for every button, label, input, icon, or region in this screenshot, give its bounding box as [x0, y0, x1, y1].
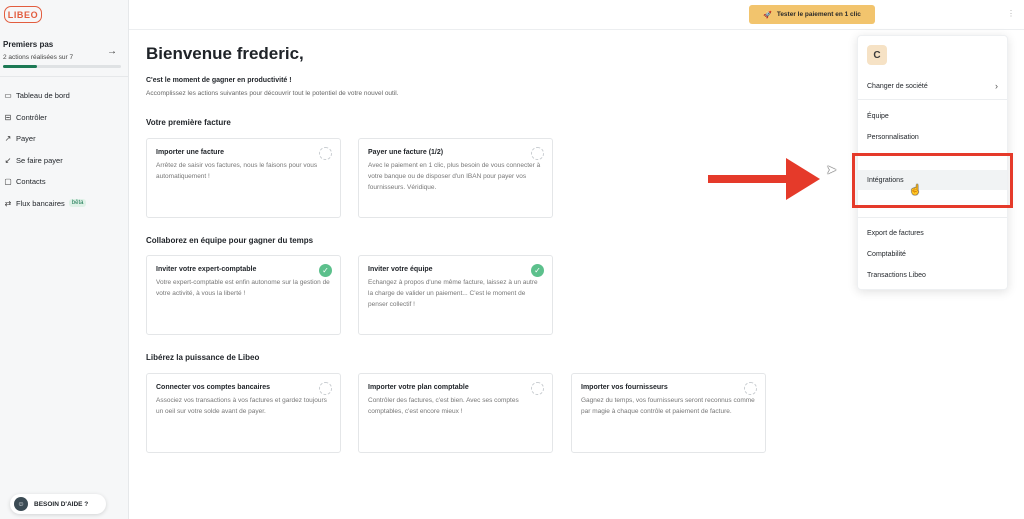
- pending-status-icon: [531, 382, 544, 395]
- arrow-right-icon[interactable]: →: [107, 46, 117, 57]
- transfer-icon: ⇄: [4, 198, 12, 208]
- onboarding-title: Premiers pas: [3, 40, 54, 49]
- receive-icon: ↙: [4, 155, 12, 165]
- sidebar: LIBEO Premiers pas 2 actions réalisées s…: [0, 0, 129, 519]
- menu-item-team[interactable]: Équipe: [858, 106, 1007, 126]
- onboarding-widget[interactable]: Premiers pas 2 actions réalisées sur 7 →: [3, 40, 121, 68]
- pay-icon: ↗: [4, 134, 12, 144]
- sidebar-item-dashboard[interactable]: ▭ Tableau de bord: [3, 85, 125, 107]
- help-button[interactable]: ☺ BESOIN D'AIDE ?: [10, 494, 106, 514]
- card-description: Arrêtez de saisir vos factures, nous le …: [156, 162, 318, 180]
- task-card-import-invoice[interactable]: Importer une facture Arrêtez de saisir v…: [146, 138, 341, 218]
- sidebar-nav: ▭ Tableau de bord ⊟ Contrôler ↗ Payer ↙ …: [3, 85, 125, 214]
- sidebar-item-get-paid[interactable]: ↙ Se faire payer: [3, 150, 125, 172]
- card-title: Inviter votre équipe: [368, 266, 433, 273]
- onboarding-progress: [3, 65, 121, 68]
- hand-pointer-icon: ☝: [909, 185, 922, 196]
- card-description: Gagnez du temps, vos fournisseurs seront…: [581, 397, 755, 415]
- card-description: Contrôler des factures, c'est bien. Avec…: [368, 397, 519, 415]
- rocket-icon: 🚀: [763, 11, 772, 19]
- libeo-logo[interactable]: LIBEO: [4, 6, 42, 23]
- annotation-arrow-shaft: [708, 175, 788, 183]
- sidebar-item-label: Contacts: [16, 177, 46, 187]
- pending-status-icon: [319, 147, 332, 160]
- main-content: Bienvenue frederic, C'est le moment de g…: [146, 44, 786, 453]
- card-title: Importer une facture: [156, 149, 225, 156]
- page-title: Bienvenue frederic,: [146, 44, 304, 63]
- contacts-icon: ▢: [4, 177, 12, 187]
- inbox-icon: ⊟: [4, 112, 12, 122]
- menu-item-customization[interactable]: Personnalisation: [858, 127, 1007, 147]
- onboarding-progress-fill: [3, 65, 37, 68]
- beta-badge: bêta: [68, 199, 87, 208]
- card-description: Votre expert-comptable est enfin autonom…: [156, 279, 330, 297]
- help-label: BESOIN D'AIDE ?: [34, 500, 89, 508]
- sidebar-item-label: Tableau de bord: [16, 91, 70, 101]
- onboarding-subtitle: 2 actions réalisées sur 7: [3, 54, 74, 61]
- section-title: Collaborez en équipe pour gagner du temp…: [146, 236, 314, 245]
- sidebar-item-control[interactable]: ⊟ Contrôler: [3, 107, 125, 129]
- help-icon: ☺: [14, 497, 28, 511]
- menu-item-accounting[interactable]: Comptabilité: [858, 244, 1007, 264]
- mouse-pointer-icon: ➤: [826, 162, 837, 177]
- card-description: Avec le paiement en 1 clic, plus besoin …: [368, 162, 541, 191]
- menu-item-invoice-export[interactable]: Export de factures: [858, 223, 1007, 243]
- sidebar-item-label: Se faire payer: [16, 155, 63, 165]
- card-title: Payer une facture (1/2): [368, 149, 444, 156]
- lead-text: C'est le moment de gagner en productivit…: [146, 77, 292, 84]
- lead-subtext: Accomplissez les actions suivantes pour …: [146, 90, 399, 97]
- task-card-pay-invoice[interactable]: Payer une facture (1/2) Avec le paiement…: [358, 138, 553, 218]
- try-one-click-payment-button[interactable]: 🚀 Tester le paiement en 1 clic: [749, 5, 875, 24]
- pending-status-icon: [319, 382, 332, 395]
- menu-item-libeo-transactions[interactable]: Transactions Libeo: [858, 265, 1007, 285]
- sidebar-item-pay[interactable]: ↗ Payer: [3, 128, 125, 150]
- topbar: 🚀 Tester le paiement en 1 clic ⋮: [129, 0, 1024, 30]
- card-title: Importer votre plan comptable: [368, 384, 469, 391]
- menu-divider: [858, 217, 1007, 218]
- task-card-import-chart-of-accounts[interactable]: Importer votre plan comptable Contrôler …: [358, 373, 553, 453]
- check-icon: ✓: [319, 264, 332, 277]
- menu-divider: [858, 99, 1007, 100]
- card-description: Associez vos transactions à vos factures…: [156, 397, 327, 415]
- task-card-invite-team[interactable]: Inviter votre équipe Echangez à propos d…: [358, 255, 553, 335]
- pending-status-icon: [531, 147, 544, 160]
- sidebar-item-label: Contrôler: [16, 112, 47, 122]
- sidebar-item-contacts[interactable]: ▢ Contacts: [3, 171, 125, 193]
- sidebar-item-bank-flows[interactable]: ⇄ Flux bancaires bêta: [3, 193, 125, 215]
- chevron-right-icon: ›: [995, 81, 998, 91]
- try-button-label: Tester le paiement en 1 clic: [776, 11, 861, 18]
- sidebar-item-label: Payer: [16, 134, 36, 144]
- task-card-import-suppliers[interactable]: Importer vos fournisseurs Gagnez du temp…: [571, 373, 766, 453]
- sidebar-divider: [0, 76, 128, 77]
- section-title: Libérez la puissance de Libeo: [146, 353, 260, 362]
- task-card-invite-accountant[interactable]: Inviter votre expert-comptable Votre exp…: [146, 255, 341, 335]
- pending-status-icon: [744, 382, 757, 395]
- more-icon[interactable]: ⋮: [1007, 9, 1015, 18]
- company-avatar[interactable]: C: [867, 45, 887, 65]
- annotation-arrow-icon: [786, 158, 820, 200]
- menu-item-label: Changer de société: [867, 82, 928, 90]
- task-card-connect-bank[interactable]: Connecter vos comptes bancaires Associez…: [146, 373, 341, 453]
- card-description: Echangez à propos d'une même facture, la…: [368, 279, 538, 308]
- sidebar-item-label: Flux bancaires: [16, 198, 65, 208]
- dashboard-icon: ▭: [4, 91, 12, 101]
- card-title: Importer vos fournisseurs: [581, 384, 668, 391]
- menu-item-change-company[interactable]: Changer de société ›: [858, 76, 1007, 96]
- card-title: Connecter vos comptes bancaires: [156, 384, 270, 391]
- section-title: Votre première facture: [146, 118, 231, 127]
- annotation-highlight-box: [852, 153, 1013, 208]
- card-title: Inviter votre expert-comptable: [156, 266, 257, 273]
- check-icon: ✓: [531, 264, 544, 277]
